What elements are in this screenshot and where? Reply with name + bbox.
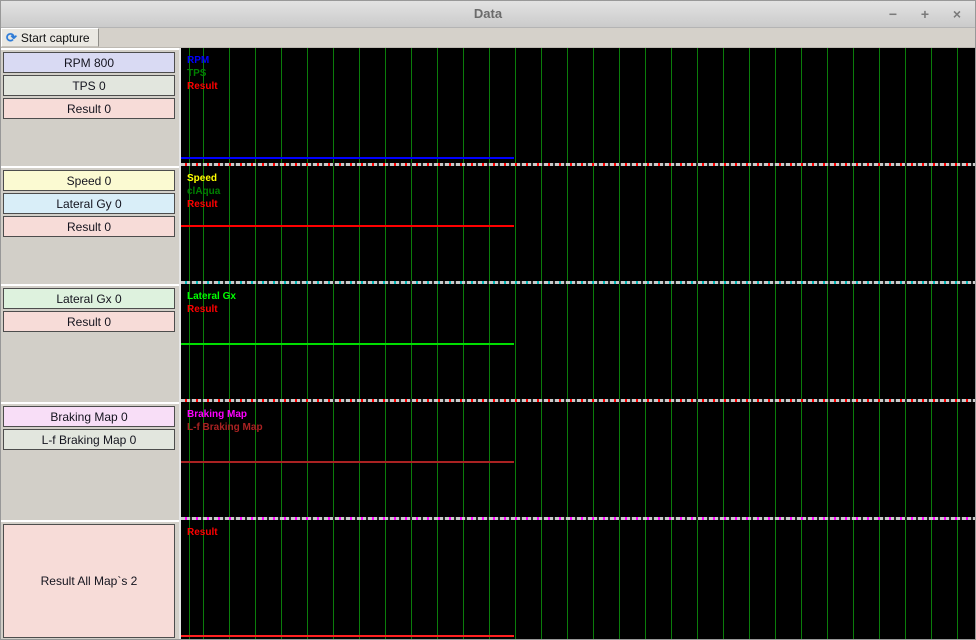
value-panel: RPM 800 [3,52,175,73]
app-window: Data − + × ⟳ Start capture RPM 800 TPS 0R… [0,0,976,640]
capture-refresh-icon: ⟳ [6,29,17,45]
value-panel: L-f Braking Map 0 [3,429,175,450]
value-panel: Speed 0 [3,170,175,191]
value-panel-label: RPM 800 [63,55,115,70]
value-sidebar: RPM 800 TPS 0 Result 0 Speed 0 Lateral Gy 0 R… [1,48,179,639]
sidebar-group-4: Result All Map`s 2 [1,520,179,639]
trace-line-result [181,635,515,638]
legend-entry: RPM [187,55,210,66]
value-panel-label: Result All Map`s 2 [40,574,138,588]
value-panel-label: Result 0 [66,314,112,329]
value-panel-label: Braking Map 0 [50,409,128,424]
sidebar-group-1: Speed 0 Lateral Gy 0 Result 0 [1,166,179,284]
value-panel: Result 0 [3,98,175,119]
value-panel: Braking Map 0 [3,406,175,427]
gridlines [181,48,975,166]
trace-line-l-f-braking-map [181,461,515,464]
value-panel-label: Result 0 [66,219,112,234]
window-title: Data [473,6,503,21]
legend-entry: TPS [187,68,207,79]
chart-strip-braking-maps: Braking Map L-f Braking Map [181,402,975,520]
window-controls: − + × [885,1,965,27]
maximize-icon[interactable]: + [917,6,933,22]
gridlines [181,520,975,639]
start-capture-label: Start capture [20,30,90,45]
legend-entry: Result [187,527,218,538]
legend-entry: clAqua [187,186,221,197]
main-content: RPM 800 TPS 0 Result 0 Speed 0 Lateral Gy 0 R… [1,48,975,639]
value-panel-label: L-f Braking Map 0 [41,432,137,447]
legend: Braking Map L-f Braking Map [187,408,263,434]
value-panel: Lateral Gx 0 [3,288,175,309]
legend: Result [187,526,218,539]
close-icon[interactable]: × [949,6,965,22]
value-panel-label: Lateral Gy 0 [56,196,122,211]
legend-entry: Lateral Gx [187,291,236,302]
title-bar[interactable]: Data − + × [1,1,975,28]
toolbar: ⟳ Start capture [1,28,975,48]
legend: Speed clAqua Result [187,172,220,211]
legend-entry: Braking Map [187,409,248,420]
value-panel: TPS 0 [3,75,175,96]
value-panel-label: TPS 0 [72,78,106,93]
trace-line-rpm [181,156,515,159]
chart-strip-speed-claqua-result: Speed clAqua Result [181,166,975,284]
sidebar-group-3: Braking Map 0 L-f Braking Map 0 [1,402,179,520]
start-capture-button[interactable]: ⟳ Start capture [1,28,99,47]
value-panel: Result All Map`s 2 [3,524,175,638]
sidebar-group-2: Lateral Gx 0 Result 0 [1,284,179,402]
chart-strip-lateral-gx-result: Lateral Gx Result [181,284,975,402]
trace-line-result [181,224,515,227]
legend: RPM TPS Result [187,54,218,93]
legend-entry: Result [187,199,218,210]
legend: Lateral Gx Result [187,290,236,316]
value-panel: Result 0 [3,311,175,332]
chart-strip-result-all-maps: Result [181,520,975,639]
legend-entry: Result [187,304,218,315]
value-panel: Lateral Gy 0 [3,193,175,214]
value-panel-label: Lateral Gx 0 [56,291,122,306]
chart-area: RPM TPS Result Speed clAqua Result Lateral Gx R… [179,48,975,639]
chart-strip-rpm-tps-result: RPM TPS Result [181,48,975,166]
legend-entry: Result [187,81,218,92]
minimize-icon[interactable]: − [885,6,901,22]
value-panel-label: Result 0 [66,101,112,116]
trace-line-lateral-gx [181,342,515,345]
value-panel-label: Speed 0 [66,173,112,188]
value-panel: Result 0 [3,216,175,237]
legend-entry: L-f Braking Map [187,422,263,433]
sidebar-group-0: RPM 800 TPS 0 Result 0 [1,48,179,166]
legend-entry: Speed [187,173,218,184]
